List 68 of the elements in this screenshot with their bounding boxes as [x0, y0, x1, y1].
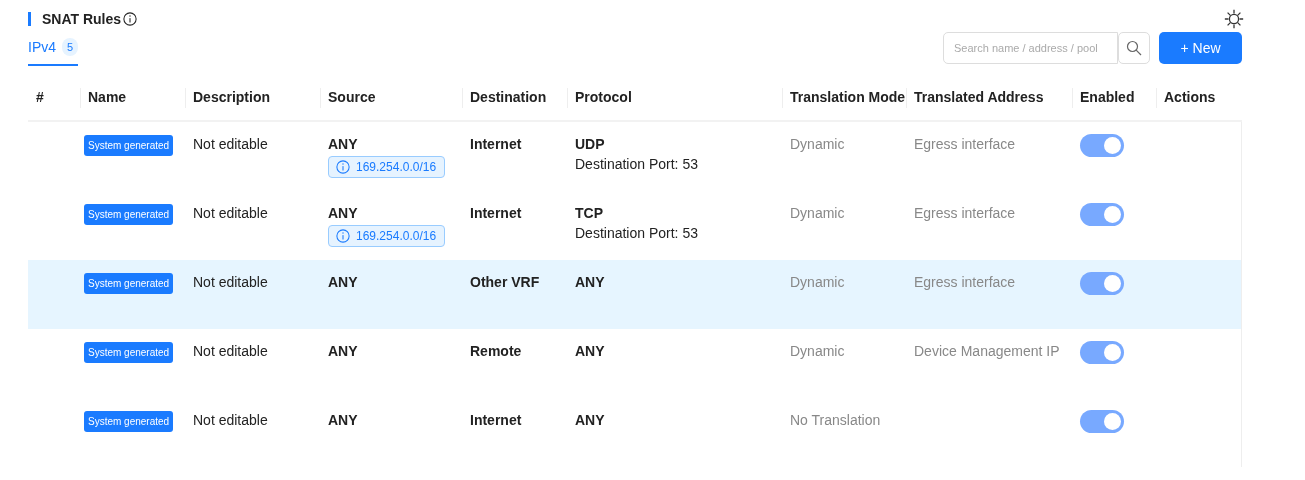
table-cell: ANY: [328, 274, 358, 290]
info-icon: [123, 12, 138, 26]
system-generated-tag: System generated: [84, 273, 174, 294]
table-cell: ANY: [328, 136, 358, 152]
new-button[interactable]: + New: [1159, 32, 1242, 64]
column-header: Actions: [1163, 89, 1216, 105]
theme-toggle-icon[interactable]: [1223, 8, 1245, 30]
table-cell: Not editable: [193, 274, 268, 290]
count-badge: 5: [62, 38, 79, 56]
table-cell: ANY: [575, 412, 605, 428]
table-cell: Egress interface: [914, 274, 1016, 290]
info-icon: [336, 160, 350, 174]
system-generated-tag: System generated: [84, 411, 174, 432]
system-generated-tag: System generated: [84, 342, 174, 363]
enabled-toggle[interactable]: [1080, 410, 1124, 433]
info-icon: [336, 229, 350, 243]
enabled-toggle[interactable]: [1080, 203, 1124, 226]
column-header: Destination: [469, 89, 547, 105]
system-generated-tag: System generated: [84, 135, 174, 156]
table-cell: Egress interface: [914, 205, 1016, 221]
table-cell: Not editable: [193, 412, 268, 428]
table-cell: Destination Port: 53: [575, 156, 698, 172]
enabled-toggle[interactable]: [1080, 134, 1124, 157]
table-cell: Internet: [470, 205, 522, 221]
table-row[interactable]: System generated Not editable ANY Remote ANY Dynamic Device Management IP: [28, 329, 1242, 398]
table-cell: Dynamic: [790, 136, 845, 152]
table-row[interactable]: System generated Not editable ANY Internet ANY No Translation: [28, 398, 1242, 467]
table-cell: ANY: [575, 274, 605, 290]
table-cell: ANY: [328, 412, 358, 428]
table-cell: Dynamic: [790, 343, 845, 359]
table-cell: ANY: [328, 205, 358, 221]
table-cell: Destination Port: 53: [575, 225, 698, 241]
table-cell: UDP: [575, 136, 605, 152]
enabled-toggle[interactable]: [1080, 341, 1124, 364]
system-generated-tag: System generated: [84, 204, 174, 225]
table-cell: Dynamic: [790, 205, 845, 221]
table-cell: ANY: [575, 343, 605, 359]
search-icon: [1126, 40, 1142, 56]
table-cell: Egress interface: [914, 136, 1016, 152]
column-header: Translation Mode: [789, 89, 906, 105]
table-cell: Remote: [470, 343, 522, 359]
address-text: 169.254.0.0/16: [356, 229, 437, 243]
table-cell: Dynamic: [790, 274, 845, 290]
table-cell: Internet: [470, 412, 522, 428]
table-cell: Device Management IP: [914, 343, 1060, 359]
table-row[interactable]: System generated Not editable ANY Other VRF ANY Dynamic Egress interface: [28, 260, 1242, 329]
search-field[interactable]: Search name / address / pool: [943, 32, 1118, 64]
search-button[interactable]: [1118, 32, 1150, 64]
table-cell: Internet: [470, 136, 522, 152]
table-cell: Not editable: [193, 343, 268, 359]
table-cell: TCP: [575, 205, 603, 221]
column-header: Source: [327, 89, 376, 105]
column-header: Name: [87, 89, 127, 105]
table-cell: No Translation: [790, 412, 881, 428]
section-title: SNAT Rules: [42, 11, 122, 27]
table-cell: ANY: [328, 343, 358, 359]
table-cell: Not editable: [193, 136, 268, 152]
table-cell: Other VRF: [470, 274, 540, 290]
enabled-toggle[interactable]: [1080, 272, 1124, 295]
tab[interactable]: IPv4 5: [28, 38, 79, 66]
address-text: 169.254.0.0/16: [356, 160, 437, 174]
column-header: Description: [192, 89, 270, 105]
column-header: Translated Address: [913, 89, 1044, 105]
column-header: Enabled: [1079, 89, 1135, 105]
column-header: #: [35, 89, 44, 105]
table-cell: Not editable: [193, 205, 268, 221]
table-row[interactable]: System generated Not editable ANY 169.254.0.0/16 Internet UDP Destination Port: 53 Dynamic Egress interface: [28, 122, 1242, 191]
column-header: Protocol: [574, 89, 632, 105]
